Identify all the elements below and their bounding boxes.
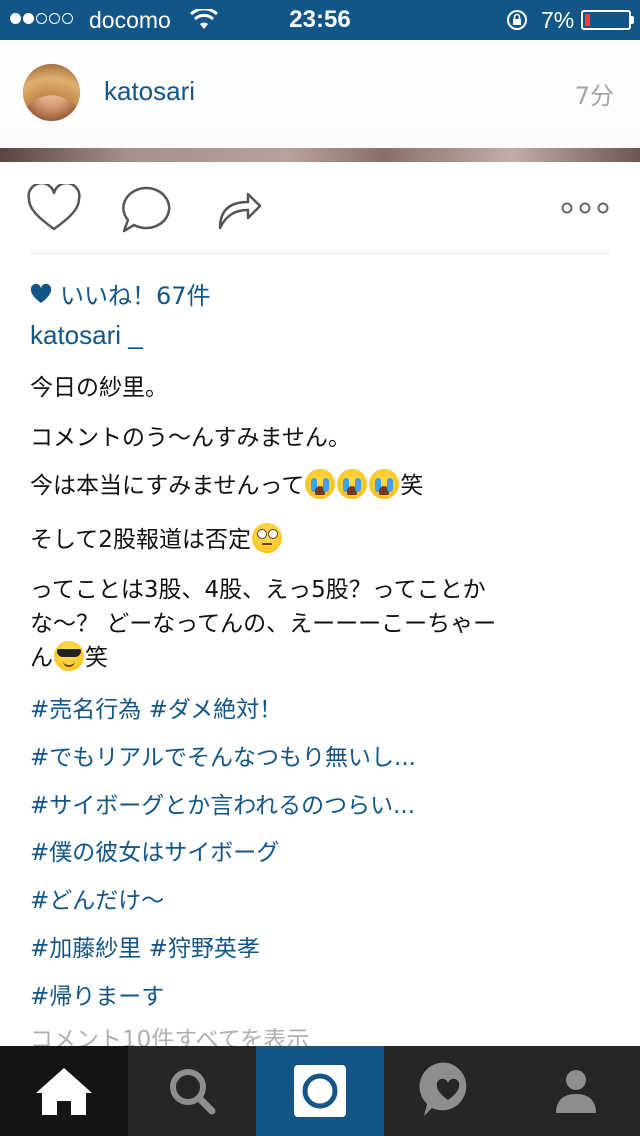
tab-search[interactable] — [128, 1046, 256, 1136]
more-dots-icon[interactable] — [560, 200, 610, 216]
caption-line: ってことは3股、4股、えっ5股？ってことか — [30, 577, 486, 603]
battery-tip — [631, 16, 634, 24]
caption-text: ん — [30, 645, 53, 671]
sunglasses-face-icon — [54, 641, 84, 671]
share-arrow-icon[interactable] — [214, 184, 264, 232]
battery-percent: 7% — [541, 7, 575, 33]
post-photo-edge[interactable] — [0, 148, 640, 162]
caption-author[interactable]: katosari _ — [30, 320, 143, 351]
profile-icon — [556, 1070, 596, 1113]
loudly-crying-face-icon — [337, 469, 368, 499]
divider — [30, 253, 610, 254]
caption-line: 今は本当にすみませんって 笑 — [30, 466, 423, 500]
avatar[interactable] — [23, 64, 80, 121]
home-icon — [36, 1068, 92, 1115]
speech-bubble-icon[interactable] — [118, 184, 174, 236]
loudly-crying-face-icon — [369, 469, 400, 499]
hashtag-line[interactable]: #サイボーグとか言われるのつらい... — [30, 786, 415, 820]
caption-text: 今は本当にすみませんって — [30, 473, 305, 499]
caption-text: 笑 — [400, 473, 424, 499]
hashtag-line[interactable]: #でもリアルでそんなつもり無いし... — [30, 738, 416, 772]
caption-text: 笑 — [85, 645, 108, 671]
action-bar — [0, 162, 640, 254]
caption-line: ん笑 — [30, 638, 108, 672]
tab-home[interactable] — [0, 1046, 128, 1136]
bottom-tab-bar — [0, 1046, 640, 1136]
heart-outline-icon[interactable] — [26, 184, 82, 234]
hashtag-line[interactable]: #帰りまーす — [30, 977, 164, 1011]
heart-filled-icon — [30, 283, 52, 303]
caption-text: そして2股報道は否定 — [30, 527, 251, 553]
caption-line: 今日の紗里。 — [30, 375, 168, 401]
caption-line: な〜？ どーなってんの、えーーーこーちゃー — [30, 611, 497, 637]
activity-heart-icon — [419, 1062, 467, 1116]
header-overlay — [0, 40, 640, 148]
hashtag-line[interactable]: #売名行為 #ダメ絶対！ — [30, 690, 282, 724]
tab-activity[interactable] — [384, 1046, 512, 1136]
likes-count[interactable]: いいね！67件 — [30, 276, 211, 311]
tab-camera[interactable] — [256, 1046, 384, 1136]
tab-profile[interactable] — [512, 1046, 640, 1136]
camera-icon — [294, 1065, 346, 1117]
caption-line: コメントのう〜んすみません。 — [30, 425, 351, 451]
hashtag-line[interactable]: #僕の彼女はサイボーグ — [30, 833, 279, 867]
rotation-lock-icon — [507, 10, 527, 30]
battery-icon — [581, 10, 631, 30]
search-icon — [170, 1069, 216, 1115]
eye-roll-face-icon — [251, 523, 282, 553]
loudly-crying-face-icon — [305, 469, 336, 499]
hashtag-line[interactable]: #加藤紗里 #狩野英孝 — [30, 929, 260, 963]
post-username[interactable]: katosari — [104, 76, 195, 107]
hashtag-line[interactable]: #どんだけ〜 — [30, 881, 164, 915]
caption-line: そして2股報道は否定 — [30, 520, 283, 554]
status-bar: docomo 23:56 7% — [0, 0, 640, 40]
likes-label: いいね！67件 — [60, 282, 211, 310]
post-time-ago: 7分 — [574, 82, 614, 110]
